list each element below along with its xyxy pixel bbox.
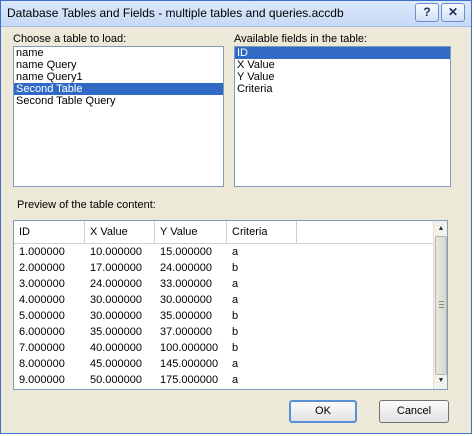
table-cell: 4.000000 [19, 294, 65, 306]
table-cell: 50.000000 [90, 374, 142, 386]
scroll-up-icon[interactable]: ▲ [434, 222, 447, 236]
grip-line [439, 301, 444, 302]
list-item[interactable]: Second Table Query [14, 95, 223, 107]
grid-header: ID X Value Y Value Criteria [14, 221, 434, 244]
table-cell: 35.000000 [90, 326, 142, 338]
window-title: Database Tables and Fields - multiple ta… [7, 6, 344, 20]
table-cell: 24.000000 [160, 262, 212, 274]
grid-rows: 1.000000 10.000000 15.000000 a 2.000000 17.00… [14, 244, 434, 388]
table-cell: 30.000000 [160, 294, 212, 306]
table-cell: 24.000000 [90, 278, 142, 290]
table-cell: b [232, 262, 239, 274]
fields-label: Available fields in the table: [234, 33, 368, 45]
fields-listbox[interactable]: ID X Value Y Value Criteria [234, 46, 451, 187]
preview-grid[interactable]: ID X Value Y Value Criteria 1.000000 10.0000… [13, 220, 448, 390]
list-item[interactable]: Second Table [14, 83, 223, 95]
table-cell: 100.000000 [160, 342, 219, 354]
title-bar[interactable]: Database Tables and Fields - multiple ta… [1, 1, 471, 27]
column-header[interactable]: ID [14, 221, 85, 243]
table-cell: 3.000000 [19, 278, 65, 290]
table-cell: 2.000000 [19, 262, 65, 274]
help-button[interactable]: ? [415, 3, 439, 22]
table-cell: 10.000000 [90, 246, 142, 258]
table-cell: 40.000000 [90, 342, 142, 354]
table-cell: 1.000000 [19, 246, 65, 258]
column-header[interactable] [297, 221, 434, 243]
list-item[interactable]: X Value [235, 59, 450, 71]
preview-label: Preview of the table content: [17, 199, 156, 211]
list-item[interactable]: Y Value [235, 71, 450, 83]
tables-listbox[interactable]: name name Query name Query1 Second Table Sec… [13, 46, 224, 187]
grip-line [439, 304, 444, 305]
table-cell: 6.000000 [19, 326, 65, 338]
grid-scrollbar[interactable]: ▲ ▼ [433, 221, 447, 389]
column-header[interactable]: X Value [85, 221, 155, 243]
table-cell: 15.000000 [160, 246, 212, 258]
table-cell: a [232, 358, 239, 370]
table-cell: 30.000000 [90, 310, 142, 322]
table-row: 8.000000 45.000000 145.000000 a [14, 356, 434, 372]
table-row: 7.000000 40.000000 100.000000 b [14, 340, 434, 356]
list-item[interactable]: name Query1 [14, 71, 223, 83]
table-cell: a [232, 294, 239, 306]
list-item[interactable]: name Query [14, 59, 223, 71]
table-row: 2.000000 17.000000 24.000000 b [14, 260, 434, 276]
cancel-button[interactable]: Cancel [379, 400, 449, 423]
table-cell: 8.000000 [19, 358, 65, 370]
table-cell: 17.000000 [90, 262, 142, 274]
table-cell: 175.000000 [160, 374, 219, 386]
table-cell: b [232, 310, 239, 322]
table-cell: b [232, 326, 239, 338]
scroll-thumb[interactable] [435, 236, 447, 375]
close-button[interactable]: ✕ [441, 3, 465, 22]
table-cell: 37.000000 [160, 326, 212, 338]
table-cell: 145.000000 [160, 358, 219, 370]
table-cell: 7.000000 [19, 342, 65, 354]
table-row: 4.000000 30.000000 30.000000 a [14, 292, 434, 308]
table-cell: a [232, 246, 239, 258]
table-cell: a [232, 278, 239, 290]
table-cell: 35.000000 [160, 310, 212, 322]
ok-button[interactable]: OK [289, 400, 357, 423]
table-cell: 33.000000 [160, 278, 212, 290]
dialog-window: Database Tables and Fields - multiple ta… [0, 0, 472, 434]
table-cell: 9.000000 [19, 374, 65, 386]
table-row: 1.000000 10.000000 15.000000 a [14, 244, 434, 260]
table-cell: 30.000000 [90, 294, 142, 306]
column-header[interactable]: Criteria [227, 221, 297, 243]
list-item[interactable]: name [14, 47, 223, 59]
list-item[interactable]: Criteria [235, 83, 450, 95]
table-row: 5.000000 30.000000 35.000000 b [14, 308, 434, 324]
tables-label: Choose a table to load: [13, 33, 127, 45]
table-row: 6.000000 35.000000 37.000000 b [14, 324, 434, 340]
table-cell: 45.000000 [90, 358, 142, 370]
table-row: 9.000000 50.000000 175.000000 a [14, 372, 434, 388]
table-cell: 5.000000 [19, 310, 65, 322]
table-cell: a [232, 374, 239, 386]
column-header[interactable]: Y Value [155, 221, 227, 243]
table-row: 3.000000 24.000000 33.000000 a [14, 276, 434, 292]
scroll-down-icon[interactable]: ▼ [434, 374, 447, 388]
grip-line [439, 307, 444, 308]
table-cell: b [232, 342, 239, 354]
list-item[interactable]: ID [235, 47, 450, 59]
